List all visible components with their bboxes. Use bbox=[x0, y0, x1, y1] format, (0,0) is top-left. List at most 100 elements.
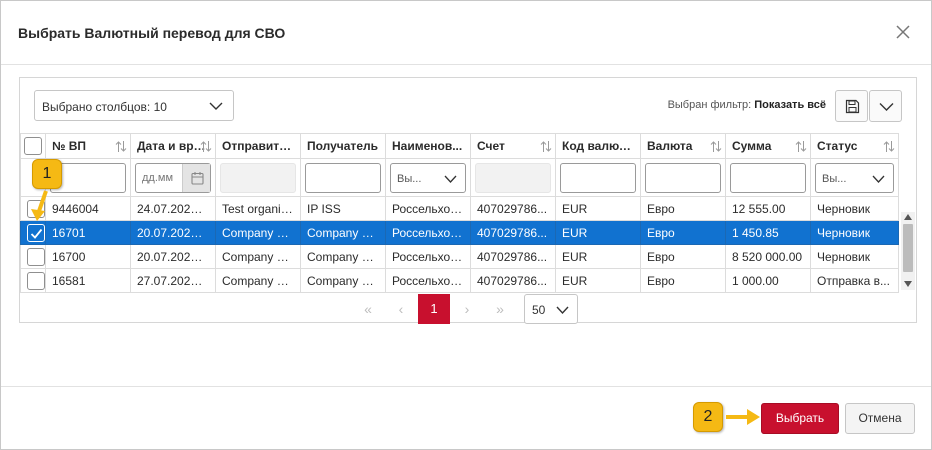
cell-sender: Test organiz... bbox=[215, 196, 301, 221]
sort-icon[interactable] bbox=[115, 140, 127, 153]
amount-filter-input[interactable] bbox=[730, 162, 806, 193]
cell-recipient: Company N... bbox=[300, 220, 386, 245]
date-picker-button[interactable] bbox=[182, 163, 210, 192]
columns-select[interactable]: Выбрано столбцов: 10 bbox=[34, 90, 234, 121]
column-header[interactable]: Отправите... bbox=[215, 133, 301, 159]
date-filter-placeholder: дд.мм bbox=[142, 171, 174, 184]
data-grid: № ВП Дата и вре... Отправите... Получате… bbox=[20, 133, 899, 293]
first-page-button[interactable]: « bbox=[352, 294, 384, 324]
column-header[interactable]: Код валюты bbox=[555, 133, 641, 159]
cell-code: EUR bbox=[555, 244, 641, 269]
column-header[interactable]: Счет bbox=[470, 133, 556, 159]
scrollbar-thumb[interactable] bbox=[903, 224, 913, 272]
table-row[interactable]: 16581 27.07.2022 ... Company N... Compan… bbox=[20, 268, 899, 293]
row-checkbox[interactable] bbox=[27, 271, 45, 290]
cell-status: Черновик bbox=[810, 220, 899, 245]
table-row[interactable]: 9446004 24.07.2022 ... Test organiz... I… bbox=[20, 196, 899, 221]
cell-date: 24.07.2022 ... bbox=[130, 196, 216, 221]
last-page-button[interactable]: » bbox=[484, 294, 516, 324]
status-filter-dropdown[interactable]: Вы... bbox=[815, 162, 894, 193]
currency-code-filter-input[interactable] bbox=[560, 162, 636, 193]
filter-label: Выбран фильтр: bbox=[667, 99, 752, 111]
close-icon[interactable] bbox=[893, 22, 913, 42]
row-checkbox[interactable] bbox=[27, 223, 45, 242]
table-row[interactable]: 16700 20.07.2022 ... Company N... Compan… bbox=[20, 244, 899, 269]
cell-code: EUR bbox=[555, 220, 641, 245]
filter-value: Показать всё bbox=[754, 99, 826, 111]
filter-info: Выбран фильтр: Показать всё bbox=[668, 99, 826, 111]
column-header-label: Получатель bbox=[307, 139, 378, 153]
prev-page-button[interactable]: ‹ bbox=[385, 294, 417, 324]
column-header[interactable]: Дата и вре... bbox=[130, 133, 216, 159]
filter-menu-button[interactable] bbox=[869, 90, 902, 122]
cell-name: Россельхоз... bbox=[385, 268, 471, 293]
select-button[interactable]: Выбрать bbox=[761, 403, 839, 434]
column-header-label: Наименов... bbox=[392, 139, 463, 153]
cell-name: Россельхоз... bbox=[385, 196, 471, 221]
column-header[interactable]: Получатель bbox=[300, 133, 386, 159]
cell-amount: 1 000.00 bbox=[725, 268, 811, 293]
cell-status: Черновик bbox=[810, 196, 899, 221]
column-header[interactable]: Сумма bbox=[725, 133, 811, 159]
column-header[interactable]: Статус bbox=[810, 133, 899, 159]
filter-cell bbox=[470, 158, 556, 197]
next-page-button[interactable]: › bbox=[451, 294, 483, 324]
date-filter-input[interactable]: дд.мм bbox=[135, 162, 211, 193]
scroll-down-icon[interactable] bbox=[904, 281, 912, 287]
cell-code: EUR bbox=[555, 268, 641, 293]
account-filter-disabled bbox=[475, 162, 551, 193]
currency-filter-input[interactable] bbox=[645, 162, 721, 193]
cancel-button[interactable]: Отмена bbox=[845, 403, 915, 434]
cell-amount: 1 450.85 bbox=[725, 220, 811, 245]
name-filter-dropdown[interactable]: Вы... bbox=[390, 162, 466, 193]
select-all-checkbox[interactable] bbox=[24, 137, 42, 155]
step-marker-1: 1 bbox=[32, 159, 62, 189]
row-checkbox-cell bbox=[20, 244, 46, 269]
sort-icon[interactable] bbox=[200, 140, 212, 153]
sender-filter-disabled bbox=[220, 162, 296, 193]
dialog-footer: Выбрать Отмена bbox=[1, 386, 931, 450]
sort-icon[interactable] bbox=[883, 140, 895, 153]
cell-number: 16581 bbox=[45, 268, 131, 293]
cell-number: 16700 bbox=[45, 244, 131, 269]
row-checkbox[interactable] bbox=[27, 247, 45, 266]
cell-date: 20.07.2022 ... bbox=[130, 244, 216, 269]
recipient-filter-input[interactable] bbox=[305, 162, 381, 193]
page-size-select[interactable]: 50 bbox=[524, 294, 578, 324]
calendar-icon bbox=[191, 171, 204, 185]
sort-icon[interactable] bbox=[795, 140, 807, 153]
chevron-down-icon bbox=[209, 102, 223, 110]
arrow-icon bbox=[31, 190, 48, 221]
column-header[interactable]: Наименов... bbox=[385, 133, 471, 159]
arrow-icon bbox=[726, 409, 760, 425]
column-header[interactable]: Валюта bbox=[640, 133, 726, 159]
grid-panel: Выбрано столбцов: 10 Выбран фильтр: Пока… bbox=[19, 77, 917, 324]
cell-status: Черновик bbox=[810, 244, 899, 269]
sort-icon[interactable] bbox=[540, 140, 552, 153]
column-header-label: Статус bbox=[817, 139, 858, 153]
vertical-scrollbar[interactable] bbox=[901, 212, 915, 290]
save-filter-button[interactable] bbox=[835, 90, 868, 122]
cell-account: 407029786... bbox=[470, 196, 556, 221]
save-icon bbox=[845, 99, 860, 114]
filter-cell bbox=[725, 158, 811, 197]
column-header-label: № ВП bbox=[52, 139, 87, 153]
cell-sender: Company N... bbox=[215, 220, 301, 245]
column-header-label: Счет bbox=[477, 139, 505, 153]
cell-status: Отправка в... bbox=[810, 268, 899, 293]
sort-icon[interactable] bbox=[710, 140, 722, 153]
cell-number: 16701 bbox=[45, 220, 131, 245]
cell-currency: Евро bbox=[640, 220, 726, 245]
filter-row: дд.мм Вы... Вы... bbox=[20, 158, 899, 197]
current-page-button[interactable]: 1 bbox=[418, 294, 450, 324]
scroll-up-icon[interactable] bbox=[904, 214, 912, 220]
dialog-header: Выбрать Валютный перевод для СВО bbox=[1, 1, 931, 65]
header-row: № ВП Дата и вре... Отправите... Получате… bbox=[20, 133, 899, 159]
cell-account: 407029786... bbox=[470, 268, 556, 293]
chevron-down-icon bbox=[444, 175, 457, 183]
table-row-selected[interactable]: 16701 20.07.2022 ... Company N... Compan… bbox=[20, 220, 899, 245]
filter-cell bbox=[555, 158, 641, 197]
cell-currency: Евро bbox=[640, 244, 726, 269]
filter-cell bbox=[215, 158, 301, 197]
column-header[interactable]: № ВП bbox=[45, 133, 131, 159]
